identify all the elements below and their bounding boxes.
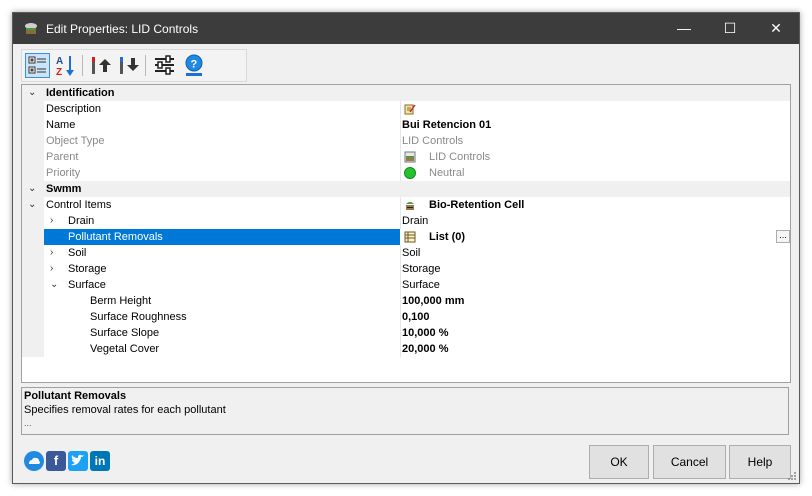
property-row-description[interactable]: Description	[22, 101, 790, 117]
property-name: Surface	[68, 279, 106, 291]
property-name: Surface Slope	[90, 327, 160, 339]
pollutant-removals-value: List (0)	[429, 231, 466, 243]
ellipsis-edit-button[interactable]: ...	[776, 230, 790, 243]
svg-text:Z: Z	[56, 67, 62, 78]
title-bar[interactable]: Edit Properties: LID Controls — ☐ ✕	[13, 13, 799, 44]
svg-text:A: A	[56, 56, 63, 67]
lid-controls-icon	[404, 151, 416, 163]
property-name: Soil	[68, 247, 87, 259]
property-row-storage[interactable]: › Storage Storage	[22, 261, 790, 277]
maximize-button[interactable]: ☐	[707, 13, 753, 44]
object-type-value: LID Controls	[402, 135, 464, 147]
ok-button[interactable]: OK	[589, 445, 649, 479]
property-row-parent[interactable]: Parent LID Controls	[22, 149, 790, 165]
toolbar-separator	[82, 55, 83, 76]
edit-properties-dialog: Edit Properties: LID Controls — ☐ ✕ A Z	[12, 12, 800, 484]
storage-value: Storage	[402, 263, 441, 275]
description-more: ...	[24, 418, 32, 428]
property-row-priority[interactable]: Priority Neutral	[22, 165, 790, 181]
linkedin-icon[interactable]: in	[90, 451, 110, 471]
close-button[interactable]: ✕	[753, 13, 799, 44]
property-row-surface-roughness[interactable]: Surface Roughness 0,100	[22, 309, 790, 325]
collapse-chevron-icon[interactable]: ⌄	[28, 181, 36, 197]
move-up-icon[interactable]	[88, 53, 113, 78]
surface-slope-value[interactable]: 10,000 %	[402, 325, 448, 341]
toolbar: A Z ?	[21, 49, 247, 82]
cloud-logo-icon[interactable]	[24, 451, 44, 471]
expand-chevron-icon[interactable]: ›	[50, 245, 53, 261]
category-identification[interactable]: ⌄ Identification	[22, 85, 790, 101]
property-name: Storage	[68, 263, 107, 275]
list-icon	[404, 231, 416, 243]
control-items-value: Bio-Retention Cell	[429, 199, 525, 211]
property-row-vegetal-cover[interactable]: Vegetal Cover 20,000 %	[22, 341, 790, 357]
property-name: Berm Height	[90, 295, 152, 307]
property-grid[interactable]: ⌄ Identification Description Name Bui Re…	[21, 84, 791, 383]
property-row-pollutant-removals[interactable]: Pollutant Removals List (0) ...	[22, 229, 790, 245]
berm-height-value[interactable]: 100,000 mm	[402, 293, 464, 309]
property-name: Vegetal Cover	[90, 343, 160, 355]
property-row-drain[interactable]: › Drain Drain	[22, 213, 790, 229]
property-row-soil[interactable]: › Soil Soil	[22, 245, 790, 261]
property-row-control-items[interactable]: ⌄ Control Items Bio-Retention Cell	[22, 197, 790, 213]
collapse-chevron-icon[interactable]: ⌄	[28, 197, 36, 213]
parent-value: LID Controls	[429, 151, 491, 163]
property-name: Object Type	[46, 135, 105, 147]
property-row-name[interactable]: Name Bui Retencion 01	[22, 117, 790, 133]
lid-controls-icon	[25, 23, 37, 34]
property-name: Name	[46, 119, 76, 131]
twitter-icon[interactable]	[68, 451, 88, 471]
expand-chevron-icon[interactable]: ›	[50, 213, 53, 229]
help-icon[interactable]: ?	[182, 53, 207, 78]
category-label: Swmm	[46, 183, 82, 195]
bio-retention-cell-icon	[406, 202, 414, 210]
category-swmm[interactable]: ⌄ Swmm	[22, 181, 790, 197]
property-name: Parent	[46, 151, 79, 163]
expand-chevron-icon[interactable]: ›	[50, 261, 53, 277]
description-title: Pollutant Removals	[24, 390, 127, 402]
property-row-object-type[interactable]: Object Type LID Controls	[22, 133, 790, 149]
category-label: Identification	[46, 87, 115, 99]
toolbar-separator	[145, 55, 146, 76]
settings-sliders-icon[interactable]	[152, 53, 177, 78]
collapse-chevron-icon[interactable]: ⌄	[50, 277, 58, 293]
window-title: Edit Properties: LID Controls	[46, 22, 199, 36]
resize-grip-icon[interactable]	[787, 471, 797, 481]
property-name: Control Items	[46, 199, 112, 211]
property-row-surface[interactable]: ⌄ Surface Surface	[22, 277, 790, 293]
description-panel: Pollutant Removals Specifies removal rat…	[21, 387, 789, 435]
property-name: Drain	[68, 215, 95, 227]
surface-value: Surface	[402, 279, 440, 291]
priority-dot-icon	[404, 167, 416, 179]
sort-az-icon[interactable]: A Z	[53, 53, 78, 78]
facebook-icon[interactable]: f	[46, 451, 66, 471]
surface-roughness-value[interactable]: 0,100	[402, 309, 430, 325]
categorized-view-icon[interactable]	[25, 53, 50, 78]
property-name: Surface Roughness	[90, 311, 187, 323]
drain-value: Drain	[402, 215, 429, 227]
edit-note-icon[interactable]	[404, 103, 416, 115]
property-name: Priority	[46, 167, 81, 179]
property-name: Description	[46, 103, 102, 115]
svg-text:?: ?	[191, 59, 198, 71]
name-value[interactable]: Bui Retencion 01	[402, 117, 491, 133]
soil-value: Soil	[402, 247, 421, 259]
property-row-surface-slope[interactable]: Surface Slope 10,000 %	[22, 325, 790, 341]
cancel-button[interactable]: Cancel	[653, 445, 726, 479]
help-button[interactable]: Help	[729, 445, 791, 479]
vegetal-cover-value[interactable]: 20,000 %	[402, 341, 448, 357]
description-text: Specifies removal rates for each polluta…	[24, 404, 226, 416]
minimize-button[interactable]: —	[661, 13, 707, 44]
property-row-berm-height[interactable]: Berm Height 100,000 mm	[22, 293, 790, 309]
property-name: Pollutant Removals	[68, 231, 163, 243]
move-down-icon[interactable]	[116, 53, 141, 78]
collapse-chevron-icon[interactable]: ⌄	[28, 85, 36, 101]
priority-value: Neutral	[429, 167, 465, 179]
